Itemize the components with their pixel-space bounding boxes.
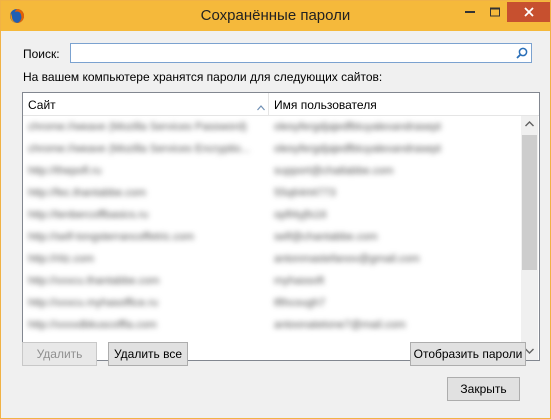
close-icon (523, 7, 534, 17)
username-cell: tfthcough7 (274, 297, 326, 309)
site-cell: http://self-tongsterrancoffetric.com (28, 231, 195, 243)
site-cell: http://xxxcu.myhasoffice.ru (28, 297, 159, 309)
table-row[interactable]: http://ritz.com antonmastefanov@gmail.com (23, 248, 521, 270)
site-cell: http://tenbercoffbasics.ru (28, 209, 149, 221)
passwords-list[interactable]: Сайт Имя пользователя chrome://weave (Mo… (22, 92, 540, 361)
chevron-up-icon (525, 121, 534, 127)
minimize-icon (465, 11, 475, 13)
search-label: Поиск: (23, 47, 60, 61)
search-field[interactable] (70, 43, 532, 63)
scroll-up-button[interactable] (521, 116, 538, 133)
table-row[interactable]: http://tenbercoffbasics.ru opfl4yjfs16 (23, 204, 521, 226)
username-cell: support@chatlabbe.com (274, 165, 394, 177)
list-rows: chrome://weave (Mozilla Services Passwor… (23, 116, 521, 360)
remove-all-button[interactable]: Удалить все (108, 342, 188, 366)
minimize-button[interactable] (457, 2, 483, 22)
site-cell: http://thepofl.ru (28, 165, 102, 177)
search-icon[interactable] (516, 47, 528, 59)
table-row[interactable]: chrome://weave (Mozilla Services Encrypt… (23, 138, 521, 160)
remove-button[interactable]: Удалить (22, 342, 97, 366)
info-text: На вашем компьютере хранятся пароли для … (23, 70, 383, 84)
close-dialog-button[interactable]: Закрыть (447, 377, 520, 401)
list-header: Сайт Имя пользователя (23, 93, 539, 116)
site-cell: http://fec.thantabbe.com (28, 187, 147, 199)
table-row[interactable]: http://xxxcu.thantabbe.com myhassoft (23, 270, 521, 292)
username-cell: opfl4yjfs16 (274, 209, 327, 221)
table-row[interactable]: http://fec.thantabbe.com 55q64rt4773 (23, 182, 521, 204)
maximize-button[interactable] (483, 2, 507, 22)
username-cell: 55q64rt4773 (274, 187, 336, 199)
table-row[interactable]: chrome://weave (Mozilla Services Passwor… (23, 116, 521, 138)
saved-passwords-window: Сохранённые пароли Поиск: На вашем компь… (0, 0, 551, 419)
table-row[interactable]: http://xxxxdbkuscoffla.com antoonatetone7… (23, 314, 521, 336)
site-cell: chrome://weave (Mozilla Services Encrypt… (28, 143, 250, 155)
username-cell: antonmastefanov@gmail.com (274, 253, 420, 265)
show-passwords-button[interactable]: Отобразить пароли (410, 342, 526, 366)
username-cell: antoonatetone7@mail.com (274, 319, 406, 331)
column-header-username[interactable]: Имя пользователя (274, 98, 377, 112)
column-header-site[interactable]: Сайт (28, 98, 56, 112)
table-row[interactable]: http://xxxcu.myhasoffice.ru tfthcough7 (23, 292, 521, 314)
site-cell: http://xxxxdbkuscoffla.com (28, 319, 157, 331)
username-cell: myhassoft (274, 275, 325, 287)
maximize-icon (490, 7, 500, 17)
close-window-button[interactable] (507, 2, 550, 22)
site-cell: chrome://weave (Mozilla Services Passwor… (28, 121, 247, 133)
site-cell: http://xxxcu.thantabbe.com (28, 275, 160, 287)
table-row[interactable]: http://thepofl.ru support@chatlabbe.com (23, 160, 521, 182)
title-bar[interactable]: Сохранённые пароли (1, 1, 550, 31)
table-row[interactable]: http://self-tongsterrancoffetric.com self… (23, 226, 521, 248)
chevron-down-icon (525, 348, 534, 354)
username-cell: self@chantabbe.com (274, 231, 378, 243)
vertical-scrollbar[interactable] (521, 116, 538, 360)
username-cell: olesyfergdjajedfbtuyalexandrasept (274, 121, 441, 133)
sort-ascending-icon (257, 100, 265, 111)
site-cell: http://ritz.com (28, 253, 95, 265)
dialog-content: Поиск: На вашем компьютере хранятся паро… (9, 31, 542, 410)
column-divider[interactable] (268, 93, 269, 115)
username-cell: olesyfergdjajedfbtuyalexandrasept (274, 143, 441, 155)
scrollbar-thumb[interactable] (522, 135, 537, 270)
search-input[interactable] (71, 44, 519, 62)
